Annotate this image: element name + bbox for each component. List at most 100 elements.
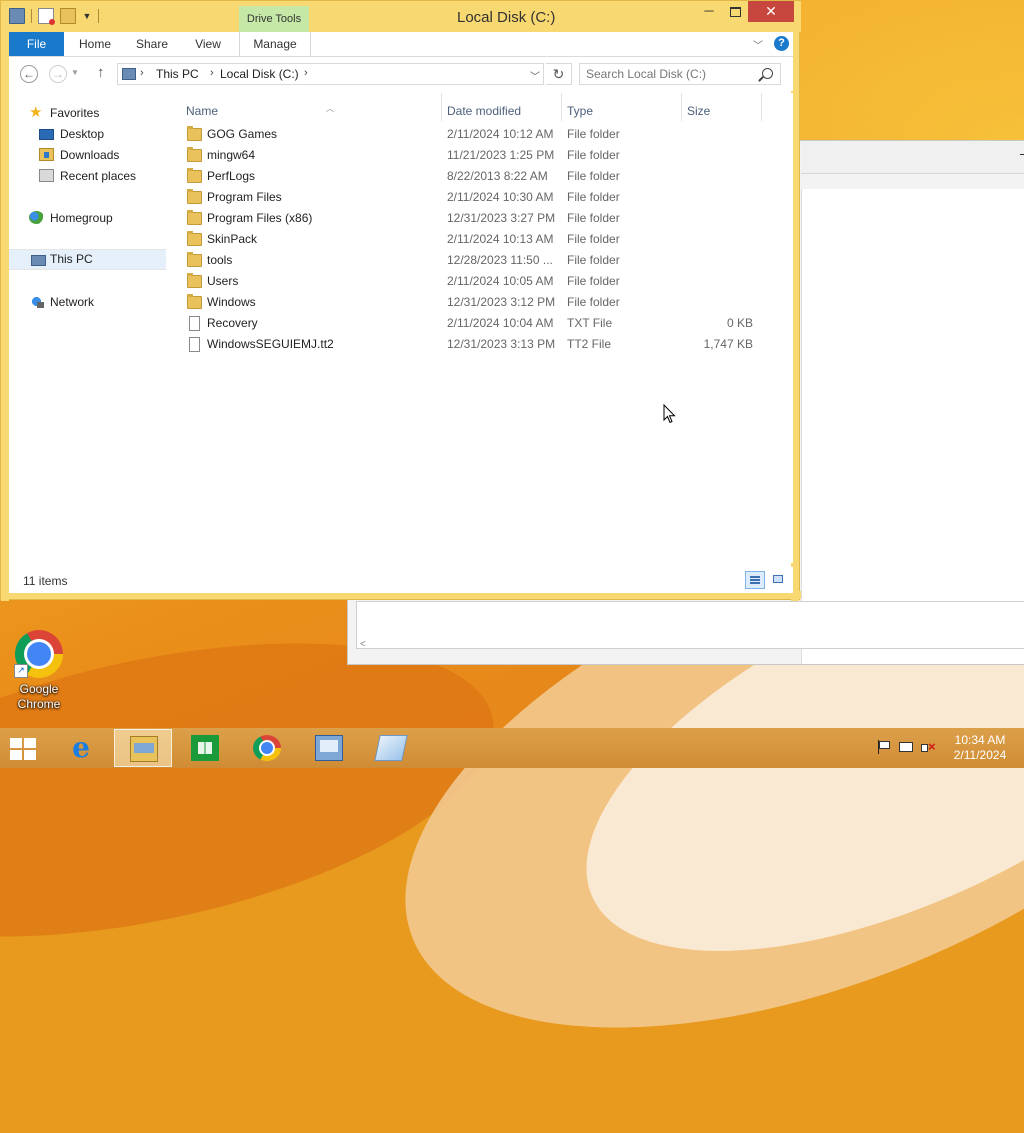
back-button[interactable]: ← xyxy=(20,65,38,83)
explorer-window[interactable]: ▼ Drive Tools Local Disk (C:) ─ ✕ File H… xyxy=(0,0,801,601)
column-header-date-modified[interactable]: Date modified xyxy=(447,99,521,123)
taskbar-remote-desktop[interactable] xyxy=(300,729,358,767)
breadcrumb-this-pc[interactable]: This PC xyxy=(156,67,199,81)
taskbar-chrome[interactable] xyxy=(238,729,296,767)
properties-icon[interactable] xyxy=(38,8,55,25)
file-type: File folder xyxy=(567,127,620,141)
tab-home[interactable]: Home xyxy=(67,32,123,56)
file-date-modified: 2/11/2024 10:05 AM xyxy=(447,274,554,288)
file-row[interactable]: PerfLogs 8/22/2013 8:22 AM File folder xyxy=(167,166,793,187)
breadcrumb-local-disk[interactable]: Local Disk (C:) xyxy=(220,67,299,81)
minimize-button[interactable]: ─ xyxy=(696,1,722,22)
computer-icon[interactable] xyxy=(9,8,25,24)
column-header-type[interactable]: Type xyxy=(567,99,593,123)
taskbar-internet-explorer[interactable]: e xyxy=(52,729,110,767)
desktop-icon-chrome[interactable]: ↗ Google Chrome xyxy=(8,630,70,712)
file-name: mingw64 xyxy=(207,148,256,162)
nav-item-downloads[interactable]: Downloads xyxy=(9,145,166,165)
taskbar-file-explorer[interactable] xyxy=(114,729,172,767)
column-divider[interactable] xyxy=(681,93,682,121)
new-folder-icon[interactable] xyxy=(60,8,76,24)
help-icon[interactable]: ? xyxy=(774,36,789,51)
tab-file[interactable]: File xyxy=(9,32,64,56)
title-bar[interactable] xyxy=(1,1,801,32)
breadcrumb-separator-icon[interactable]: › xyxy=(210,67,214,79)
file-type: File folder xyxy=(567,169,620,183)
column-divider[interactable] xyxy=(561,93,562,121)
file-row[interactable]: Recovery 2/11/2024 10:04 AM TXT File 0 KB xyxy=(167,313,793,334)
store-icon xyxy=(191,735,219,761)
tab-view[interactable]: View xyxy=(181,32,235,56)
action-center-flag-icon[interactable] xyxy=(876,740,890,754)
clock-date: 2/11/2024 xyxy=(953,748,1007,762)
file-type: File folder xyxy=(567,274,620,288)
file-date-modified: 2/11/2024 10:12 AM xyxy=(447,127,554,141)
ribbon-tabs: File Home Share View Manage ﹀ ? xyxy=(9,32,793,57)
file-type: TXT File xyxy=(567,316,613,330)
file-row[interactable]: Users 2/11/2024 10:05 AM File folder xyxy=(167,271,793,292)
file-row[interactable]: WindowsSEGUIEMJ.tt2 12/31/2023 3:13 PM TT2… xyxy=(167,334,793,355)
nav-item-network[interactable]: Network xyxy=(9,292,166,312)
folder-icon xyxy=(187,126,202,141)
tab-manage[interactable]: Manage xyxy=(239,32,311,56)
tab-share[interactable]: Share xyxy=(123,32,181,56)
volume-muted-icon[interactable] xyxy=(921,740,936,754)
arrow-right-icon: → xyxy=(52,67,64,81)
folder-icon xyxy=(187,210,202,225)
taskbar-notepad[interactable] xyxy=(362,729,420,767)
file-row[interactable]: Program Files (x86) 12/31/2023 3:27 PM Fil… xyxy=(167,208,793,229)
file-type: File folder xyxy=(567,190,620,204)
desktop-icon-label: Google Chrome xyxy=(17,682,61,711)
search-input[interactable] xyxy=(586,67,756,81)
expand-ribbon-chevron-icon[interactable]: ﹀ xyxy=(753,37,763,52)
background-window-toolbar xyxy=(801,141,1024,174)
file-icon xyxy=(189,337,200,352)
file-date-modified: 12/31/2023 3:12 PM xyxy=(447,295,556,309)
up-button[interactable]: ↑ xyxy=(97,64,105,81)
nav-item-this-pc[interactable]: This PC xyxy=(9,249,166,270)
remote-desktop-icon xyxy=(315,735,343,761)
nav-item-desktop[interactable]: Desktop xyxy=(9,124,166,144)
file-row[interactable]: SkinPack 2/11/2024 10:13 AM File folder xyxy=(167,229,793,250)
minimize-icon[interactable]: — xyxy=(1020,145,1024,161)
column-divider[interactable] xyxy=(441,93,442,121)
system-clock[interactable]: 10:34 AM 2/11/2024 xyxy=(950,733,1010,763)
file-row[interactable]: mingw64 11/21/2023 1:25 PM File folder xyxy=(167,145,793,166)
nav-item-recent-places[interactable]: Recent places xyxy=(9,166,166,186)
recent-locations-dropdown-icon[interactable]: ▼ xyxy=(71,68,79,77)
breadcrumb-separator-icon[interactable]: › xyxy=(304,67,308,79)
nav-item-favorites[interactable]: ★ Favorites xyxy=(9,103,166,123)
address-dropdown-icon[interactable]: ﹀ xyxy=(530,68,540,83)
file-name: Users xyxy=(207,274,239,288)
refresh-button[interactable]: ↻ xyxy=(546,63,572,85)
windows-logo-icon xyxy=(10,738,22,748)
file-row[interactable]: Windows 12/31/2023 3:12 PM File folder xyxy=(167,292,793,313)
large-icons-view-button[interactable] xyxy=(769,571,789,589)
search-box[interactable] xyxy=(579,63,781,85)
search-icon[interactable] xyxy=(762,68,773,79)
file-date-modified: 2/11/2024 10:04 AM xyxy=(447,316,554,330)
taskbar-store[interactable] xyxy=(176,729,234,767)
column-header-size[interactable]: Size xyxy=(687,99,710,123)
file-row[interactable]: GOG Games 2/11/2024 10:12 AM File folder xyxy=(167,124,793,145)
scroll-left-arrow-icon[interactable]: < xyxy=(360,639,366,650)
maximize-button[interactable] xyxy=(722,1,748,22)
file-date-modified: 12/31/2023 3:13 PM xyxy=(447,337,556,351)
file-row[interactable]: Program Files 2/11/2024 10:30 AM File fold… xyxy=(167,187,793,208)
column-divider[interactable] xyxy=(761,93,762,121)
file-name: Program Files xyxy=(207,190,282,204)
details-view-button[interactable] xyxy=(745,571,765,589)
customize-toolbar-dropdown-icon[interactable]: ▼ xyxy=(82,9,92,23)
column-header-name[interactable]: Name ︿ xyxy=(186,99,334,123)
breadcrumb-separator-icon[interactable]: › xyxy=(140,67,144,79)
forward-button[interactable]: → xyxy=(49,65,67,83)
file-list[interactable]: Name ︿ Date modified Type Size GOG Games… xyxy=(167,93,793,563)
network-status-icon[interactable] xyxy=(899,742,913,752)
close-button[interactable]: ✕ xyxy=(748,1,794,22)
start-button[interactable] xyxy=(10,737,38,761)
nav-item-homegroup[interactable]: Homegroup xyxy=(9,208,166,228)
file-row[interactable]: tools 12/28/2023 11:50 ... File folder xyxy=(167,250,793,271)
computer-icon xyxy=(31,255,46,266)
address-bar[interactable]: › This PC › Local Disk (C:) › ﹀ xyxy=(117,63,544,85)
item-count: 11 items xyxy=(23,574,68,588)
